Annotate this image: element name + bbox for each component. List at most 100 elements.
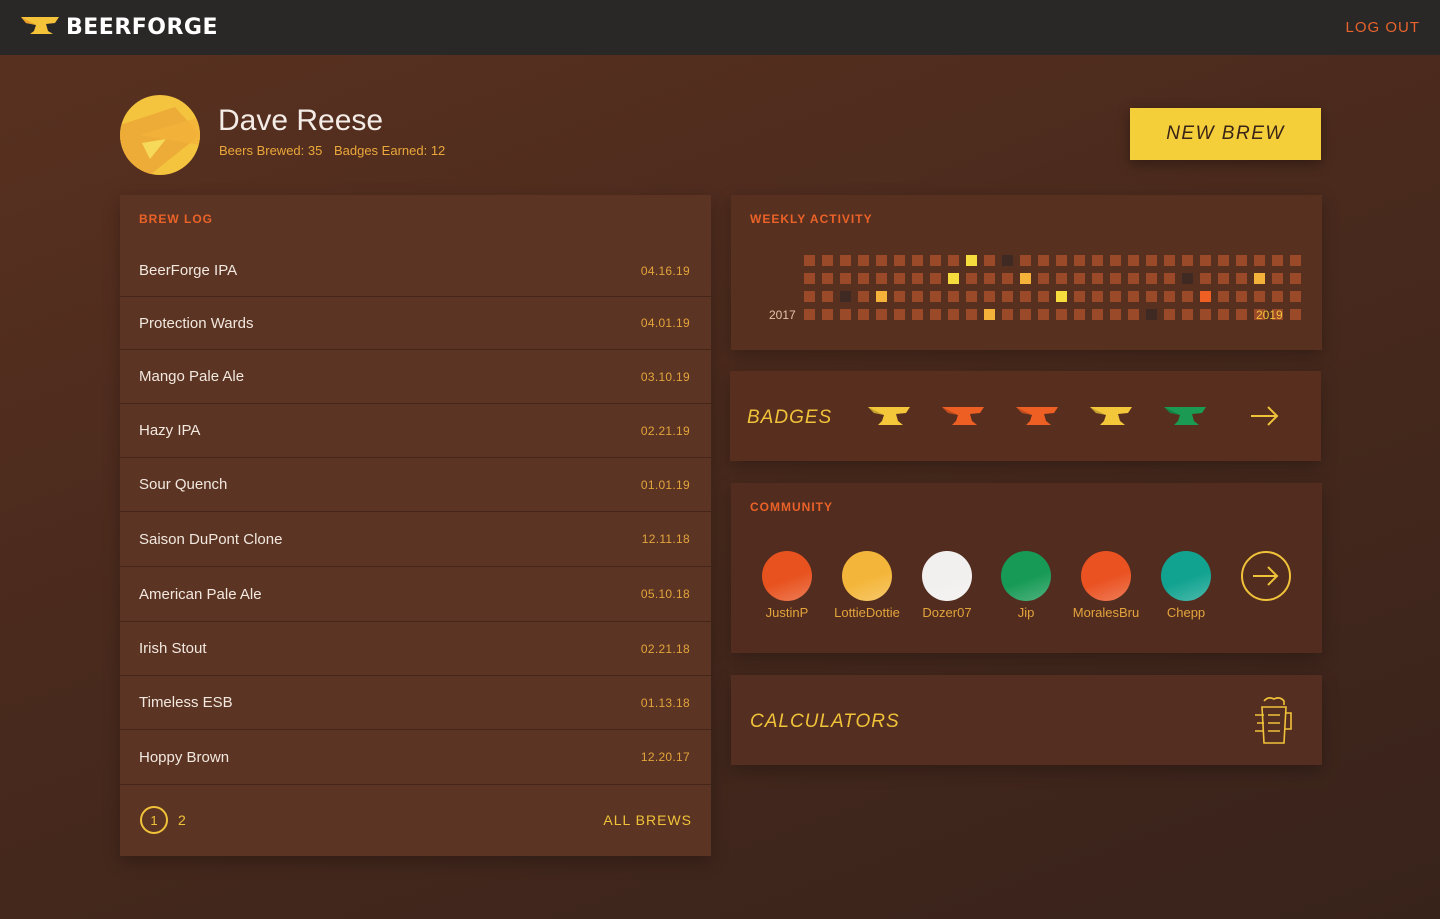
activity-cell [948, 255, 959, 266]
all-brews-link[interactable]: ALL BREWS [603, 812, 692, 828]
brew-log-row[interactable]: Hoppy Brown 12.20.17 [120, 730, 711, 785]
activity-cell [930, 309, 941, 320]
activity-cell [1146, 255, 1157, 266]
activity-cell [1056, 309, 1067, 320]
activity-cell [1110, 273, 1121, 284]
activity-cell [840, 291, 851, 302]
activity-cell [1110, 255, 1121, 266]
badges-panel: BADGES [730, 371, 1321, 461]
activity-cell [966, 309, 977, 320]
activity-cell [894, 309, 905, 320]
beerforge-logo[interactable]: BEERFORGE [20, 14, 218, 40]
activity-cell [894, 273, 905, 284]
activity-cell [1236, 255, 1247, 266]
calculators-panel[interactable]: CALCULATORS [731, 675, 1322, 765]
activity-cell [1020, 309, 1031, 320]
activity-cell [1092, 309, 1103, 320]
anvil-badge-icon[interactable] [940, 403, 986, 429]
activity-cell [858, 309, 869, 320]
activity-cell [804, 309, 815, 320]
activity-cell [1128, 255, 1139, 266]
activity-cell [1002, 273, 1013, 284]
anvil-badge-icon[interactable] [866, 403, 912, 429]
activity-cell [1128, 273, 1139, 284]
activity-cell [1254, 291, 1265, 302]
activity-cell [948, 273, 959, 284]
activity-cell [1272, 291, 1283, 302]
community-member[interactable]: JustinP [747, 551, 827, 620]
profile-name: Dave Reese [218, 104, 384, 137]
arrow-right-icon[interactable] [1249, 404, 1281, 428]
brew-log-row[interactable]: Timeless ESB 01.13.18 [120, 676, 711, 730]
brew-name: Saison DuPont Clone [139, 530, 283, 548]
activity-cell [804, 291, 815, 302]
activity-cell [966, 291, 977, 302]
activity-cell [1200, 255, 1211, 266]
year-end-label: 2019 [1256, 308, 1283, 322]
activity-cell [804, 273, 815, 284]
activity-cell [1038, 309, 1049, 320]
brew-date: 12.11.18 [641, 532, 690, 546]
activity-cell [1164, 309, 1175, 320]
page-1-button[interactable]: 1 [140, 806, 168, 834]
activity-cell [1272, 273, 1283, 284]
brew-log-row[interactable]: Protection Wards 04.01.19 [120, 297, 711, 350]
member-name: MoralesBru [1072, 605, 1140, 620]
activity-cell [840, 273, 851, 284]
activity-cell [930, 273, 941, 284]
brew-log-row[interactable]: Sour Quench 01.01.19 [120, 458, 711, 512]
new-brew-button[interactable]: NEW BREW [1130, 108, 1321, 160]
arrow-right-circle-icon[interactable] [1241, 551, 1291, 601]
anvil-badge-icon[interactable] [1088, 403, 1134, 429]
brew-name: Protection Wards [139, 314, 254, 332]
activity-cell [1110, 291, 1121, 302]
activity-cell [930, 291, 941, 302]
activity-cell [1110, 309, 1121, 320]
activity-cell [1290, 309, 1301, 320]
activity-cell [804, 255, 815, 266]
activity-cell [984, 291, 995, 302]
community-title: COMMUNITY [750, 500, 833, 514]
anvil-logo-icon [21, 17, 59, 34]
anvil-badge-icon[interactable] [1162, 403, 1208, 429]
top-navigation-bar: BEERFORGE LOG OUT [0, 0, 1440, 55]
brew-log-row[interactable]: Irish Stout 02.21.18 [120, 622, 711, 676]
activity-cell [1200, 309, 1211, 320]
badges-title: BADGES [747, 407, 833, 428]
brew-log-row[interactable]: Mango Pale Ale 03.10.19 [120, 350, 711, 404]
community-member[interactable]: LottieDottie [827, 551, 907, 620]
brew-name: Sour Quench [139, 476, 228, 493]
activity-cell [876, 255, 887, 266]
activity-cell [822, 255, 833, 266]
activity-cell [1200, 273, 1211, 284]
community-member[interactable]: Chepp [1146, 551, 1226, 620]
community-member[interactable]: MoralesBru [1066, 551, 1146, 620]
activity-cell [966, 255, 977, 266]
brew-log-row[interactable]: Saison DuPont Clone 12.11.18 [120, 512, 711, 567]
logout-link[interactable]: LOG OUT [1345, 19, 1420, 36]
activity-cell [1002, 291, 1013, 302]
member-avatar [922, 551, 972, 601]
activity-cell [1182, 291, 1193, 302]
anvil-badge-icon[interactable] [1014, 403, 1060, 429]
activity-cell [1128, 291, 1139, 302]
pagination: 1 2 [140, 806, 186, 834]
activity-cell [912, 309, 923, 320]
brew-log-row[interactable]: Hazy IPA 02.21.19 [120, 404, 711, 458]
activity-cell [930, 255, 941, 266]
profile-avatar [120, 95, 200, 175]
activity-cell [1272, 255, 1283, 266]
brew-log-row[interactable]: BeerForge IPA 04.16.19 [120, 245, 711, 297]
activity-cell [822, 309, 833, 320]
activity-cell [1182, 273, 1193, 284]
activity-cell [1020, 273, 1031, 284]
community-member[interactable]: Jip [986, 551, 1066, 620]
activity-cell [1164, 255, 1175, 266]
activity-cell [1290, 291, 1301, 302]
activity-cell [1146, 309, 1157, 320]
community-member[interactable]: Dozer07 [907, 551, 987, 620]
brew-log-row[interactable]: American Pale Ale 05.10.18 [120, 567, 711, 622]
page-2-button[interactable]: 2 [178, 812, 186, 828]
activity-cell [1074, 291, 1085, 302]
year-start-label: 2017 [769, 308, 796, 322]
